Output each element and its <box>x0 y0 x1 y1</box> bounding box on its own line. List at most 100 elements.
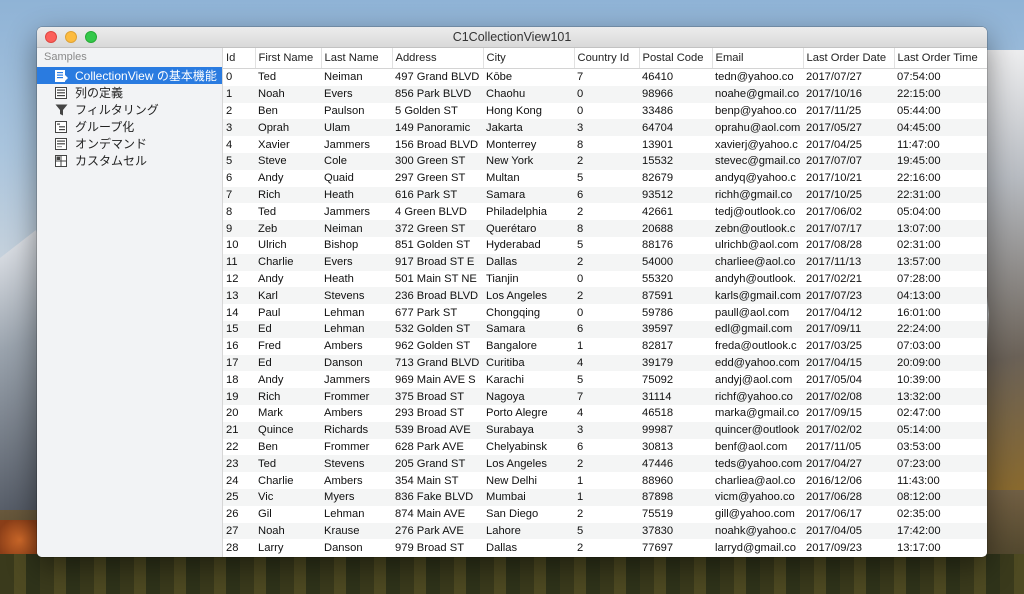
cell-last-order-time[interactable]: 13:57:00 <box>894 253 987 271</box>
cell-address[interactable]: 539 Broad AVE <box>392 421 483 439</box>
cell-city[interactable]: San Diego <box>483 505 574 523</box>
cell-country-id[interactable]: 7 <box>574 68 639 86</box>
cell-address[interactable]: 205 Grand ST <box>392 455 483 473</box>
cell-postal-code[interactable]: 55320 <box>639 270 712 288</box>
cell-address[interactable]: 851 Golden ST <box>392 236 483 254</box>
cell-address[interactable]: 4 Green BLVD <box>392 203 483 221</box>
cell-postal-code[interactable]: 82817 <box>639 337 712 355</box>
column-header-first-name[interactable]: First Name <box>255 48 322 69</box>
table-row[interactable]: 19 Rich Frommer 375 Broad ST Nagoya 7 31114 ric… <box>223 388 987 405</box>
cell-last-order-time[interactable]: 11:47:00 <box>894 136 987 153</box>
cell-last-name[interactable]: Cole <box>321 152 392 170</box>
cell-email[interactable]: edl@gmail.com <box>712 320 803 338</box>
table-row[interactable]: 15 Ed Lehman 532 Golden ST Samara 6 39597 edl@g… <box>223 320 987 338</box>
cell-id[interactable]: 27 <box>223 522 255 540</box>
cell-last-name[interactable]: Danson <box>321 354 392 372</box>
cell-country-id[interactable]: 4 <box>574 354 639 372</box>
cell-postal-code[interactable]: 37830 <box>639 522 712 540</box>
cell-id[interactable]: 28 <box>223 539 255 557</box>
cell-email[interactable]: xavierj@yahoo.c <box>712 136 803 153</box>
cell-id[interactable]: 4 <box>223 136 255 153</box>
table-row[interactable]: 20 Mark Ambers 293 Broad ST Porto Alegre 4 465… <box>223 404 987 422</box>
cell-city[interactable]: Chongqing <box>483 304 574 321</box>
cell-last-name[interactable]: Evers <box>321 253 392 271</box>
cell-country-id[interactable]: 2 <box>574 455 639 473</box>
cell-postal-code[interactable]: 46518 <box>639 404 712 422</box>
cell-last-order-time[interactable]: 07:28:00 <box>894 270 987 288</box>
cell-last-order-time[interactable]: 16:01:00 <box>894 304 987 321</box>
cell-email[interactable]: andyq@yahoo.c <box>712 169 803 187</box>
cell-first-name[interactable]: Andy <box>255 270 321 288</box>
cell-last-order-date[interactable]: 2017/07/07 <box>803 152 894 170</box>
cell-last-order-date[interactable]: 2017/09/11 <box>803 320 894 338</box>
cell-country-id[interactable]: 2 <box>574 287 639 305</box>
cell-last-name[interactable]: Lehman <box>321 505 392 523</box>
cell-id[interactable]: 17 <box>223 354 255 372</box>
cell-city[interactable]: Samara <box>483 186 574 204</box>
cell-first-name[interactable]: Zeb <box>255 220 321 237</box>
cell-email[interactable]: tedn@yahoo.co <box>712 68 803 86</box>
column-header-postal-code[interactable]: Postal Code <box>639 48 713 69</box>
cell-city[interactable]: Porto Alegre <box>483 404 574 422</box>
cell-last-order-time[interactable]: 05:04:00 <box>894 203 987 221</box>
cell-country-id[interactable]: 2 <box>574 203 639 221</box>
cell-last-name[interactable]: Danson <box>321 539 392 557</box>
cell-id[interactable]: 16 <box>223 337 255 355</box>
table-row[interactable]: 28 Larry Danson 979 Broad ST Dallas 2 77697 lar… <box>223 539 987 557</box>
cell-last-order-time[interactable]: 13:17:00 <box>894 539 987 557</box>
table-row[interactable]: 4 Xavier Jammers 156 Broad BLVD Monterrey 8 13… <box>223 136 987 153</box>
cell-address[interactable]: 677 Park ST <box>392 304 483 321</box>
cell-address[interactable]: 297 Green ST <box>392 169 483 187</box>
table-row[interactable]: 2 Ben Paulson 5 Golden ST Hong Kong 0 33486 ben… <box>223 102 987 120</box>
cell-country-id[interactable]: 3 <box>574 119 639 137</box>
table-row[interactable]: 9 Zeb Neiman 372 Green ST Querétaro 8 20688 zeb… <box>223 220 987 237</box>
table-row[interactable]: 14 Paul Lehman 677 Park ST Chongqing 0 59786 pa… <box>223 304 987 321</box>
cell-last-order-date[interactable]: 2017/11/25 <box>803 102 894 120</box>
cell-id[interactable]: 18 <box>223 371 255 389</box>
cell-last-order-time[interactable]: 05:14:00 <box>894 421 987 439</box>
cell-postal-code[interactable]: 39597 <box>639 320 712 338</box>
cell-address[interactable]: 375 Broad ST <box>392 388 483 405</box>
cell-postal-code[interactable]: 42661 <box>639 203 712 221</box>
cell-city[interactable]: Los Angeles <box>483 455 574 473</box>
table-row[interactable]: 13 Karl Stevens 236 Broad BLVD Los Angeles 2 8… <box>223 287 987 305</box>
cell-country-id[interactable]: 0 <box>574 85 639 103</box>
cell-email[interactable]: marka@gmail.co <box>712 404 803 422</box>
cell-postal-code[interactable]: 46410 <box>639 68 712 86</box>
cell-last-order-date[interactable]: 2017/10/16 <box>803 85 894 103</box>
column-header-address[interactable]: Address <box>392 48 484 69</box>
cell-last-order-time[interactable]: 17:42:00 <box>894 522 987 540</box>
cell-last-name[interactable]: Lehman <box>321 320 392 338</box>
column-header-country-id[interactable]: Country Id <box>574 48 640 69</box>
table-row[interactable]: 5 Steve Cole 300 Green ST New York 2 15532 stev… <box>223 152 987 170</box>
cell-address[interactable]: 962 Golden ST <box>392 337 483 355</box>
cell-last-order-time[interactable]: 13:32:00 <box>894 388 987 405</box>
cell-id[interactable]: 22 <box>223 438 255 456</box>
cell-last-order-time[interactable]: 02:35:00 <box>894 505 987 523</box>
table-row[interactable]: 7 Rich Heath 616 Park ST Samara 6 93512 richh@g… <box>223 186 987 204</box>
cell-last-name[interactable]: Richards <box>321 421 392 439</box>
cell-last-order-date[interactable]: 2017/06/28 <box>803 488 894 506</box>
cell-postal-code[interactable]: 20688 <box>639 220 712 237</box>
cell-last-order-time[interactable]: 13:07:00 <box>894 220 987 237</box>
cell-email[interactable]: andyj@aol.com <box>712 371 803 389</box>
cell-email[interactable]: zebn@outlook.c <box>712 220 803 237</box>
cell-last-order-time[interactable]: 07:03:00 <box>894 337 987 355</box>
table-row[interactable]: 17 Ed Danson 713 Grand BLVD Curitiba 4 39179 ed… <box>223 354 987 372</box>
cell-country-id[interactable]: 7 <box>574 388 639 405</box>
cell-last-order-date[interactable]: 2017/02/08 <box>803 388 894 405</box>
cell-last-order-date[interactable]: 2017/06/02 <box>803 203 894 221</box>
cell-address[interactable]: 874 Main AVE <box>392 505 483 523</box>
cell-last-name[interactable]: Jammers <box>321 136 392 153</box>
cell-last-name[interactable]: Heath <box>321 186 392 204</box>
cell-city[interactable]: Los Angeles <box>483 287 574 305</box>
cell-last-order-time[interactable]: 22:24:00 <box>894 320 987 338</box>
cell-id[interactable]: 12 <box>223 270 255 288</box>
table-row[interactable]: 8 Ted Jammers 4 Green BLVD Philadelphia 2 4266… <box>223 203 987 221</box>
cell-id[interactable]: 7 <box>223 186 255 204</box>
sidebar-item-custom-cell[interactable]: カスタムセル <box>37 152 222 169</box>
cell-email[interactable]: richh@gmail.co <box>712 186 803 204</box>
cell-id[interactable]: 20 <box>223 404 255 422</box>
cell-id[interactable]: 10 <box>223 236 255 254</box>
cell-first-name[interactable]: Quince <box>255 421 321 439</box>
